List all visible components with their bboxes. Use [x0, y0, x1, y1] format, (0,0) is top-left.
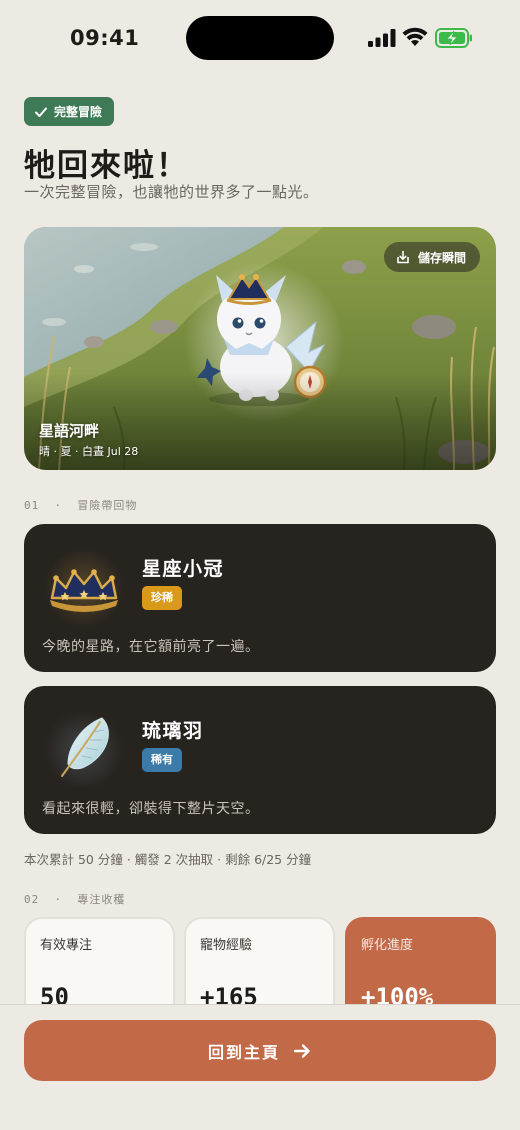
stat-label: 有效專注 — [40, 938, 93, 953]
section-name: 專注收穫 — [77, 893, 126, 906]
check-icon — [35, 107, 47, 117]
adventure-scene-card: 儲存瞬間 星語河畔 晴 · 夏 · 白晝 Jul 28 — [24, 227, 496, 470]
save-moment-button[interactable]: 儲存瞬間 — [383, 242, 480, 272]
section-label-loot: 01 · 冒險帶回物 — [24, 497, 137, 513]
bottom-action-bar: 回到主頁 — [0, 1004, 520, 1130]
section-label-focus: 02 · 專注收穫 — [24, 891, 125, 907]
save-moment-label: 儲存瞬間 — [417, 250, 466, 265]
adventure-complete-badge: 完整冒險 — [24, 97, 115, 126]
status-bar: 09:41 — [0, 0, 520, 80]
loot-item-card[interactable]: 星座小冠 珍稀 今晚的星路，在它額前亮了一遍。 — [24, 524, 496, 672]
star-crown-icon — [44, 548, 124, 628]
location-name: 星語河畔 — [39, 422, 100, 440]
location-meta: 晴 · 夏 · 白晝 Jul 28 — [39, 445, 139, 458]
page-subtitle: 一次完整冒險，也讓牠的世界多了一點光。 — [24, 183, 319, 201]
back-to-home-button[interactable]: 回到主頁 — [24, 1020, 496, 1081]
badge-label: 完整冒險 — [54, 105, 103, 119]
wifi-icon — [402, 27, 428, 46]
cellular-signal-icon — [368, 29, 396, 47]
section-name: 冒險帶回物 — [77, 499, 138, 512]
dynamic-island — [186, 16, 334, 60]
status-time: 09:41 — [70, 26, 140, 50]
stat-label: 寵物經驗 — [200, 938, 253, 953]
stat-label: 孵化進度 — [361, 938, 414, 953]
section-number: 01 — [24, 499, 40, 512]
section-separator: · — [54, 893, 63, 906]
session-summary: 本次累計 50 分鐘 · 觸發 2 次抽取 · 剩餘 6/25 分鐘 — [24, 852, 312, 867]
item-description: 看起來很輕，卻裝得下整片天空。 — [42, 801, 260, 817]
item-description: 今晚的星路，在它額前亮了一遍。 — [42, 639, 260, 655]
rarity-badge: 稀有 — [142, 748, 182, 772]
page-title: 牠回來啦！ — [24, 148, 189, 184]
back-to-home-label: 回到主頁 — [207, 1042, 280, 1062]
loot-item-card[interactable]: 琉璃羽 稀有 看起來很輕，卻裝得下整片天空。 — [24, 686, 496, 834]
section-separator: · — [54, 499, 63, 512]
item-name: 琉璃羽 — [142, 720, 204, 742]
arrow-right-icon — [293, 1043, 310, 1058]
glass-feather-icon — [44, 710, 124, 790]
rarity-badge: 珍稀 — [142, 586, 182, 610]
item-name: 星座小冠 — [142, 558, 225, 580]
section-number: 02 — [24, 893, 40, 906]
download-icon — [397, 250, 409, 264]
battery-charging-icon — [435, 28, 472, 48]
